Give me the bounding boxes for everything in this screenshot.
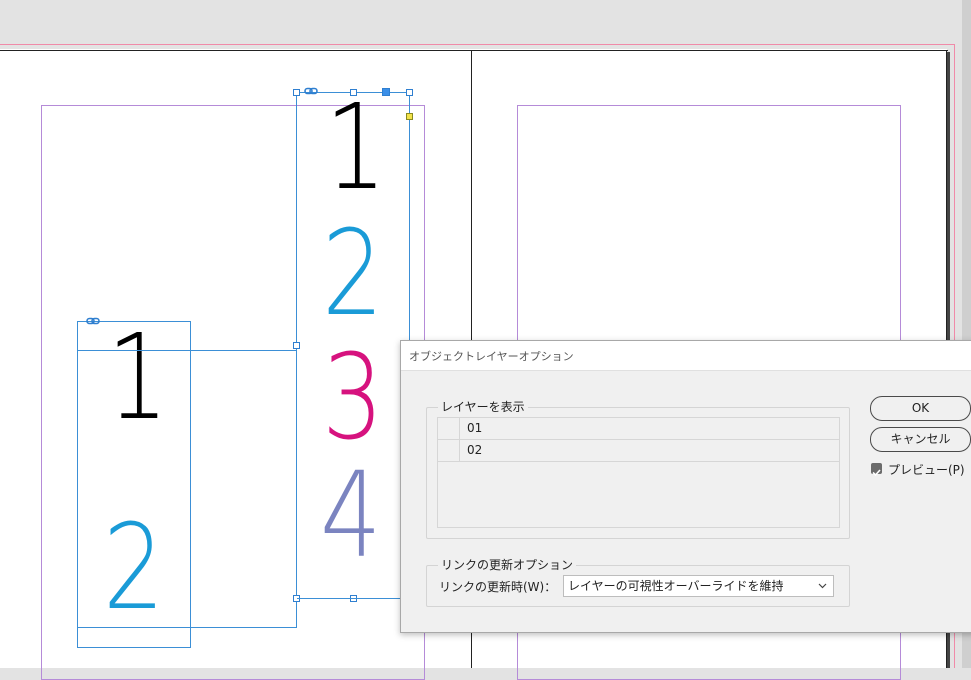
link-update-select-value: レイヤーの可視性オーバーライドを維持	[568, 579, 784, 593]
layer-row[interactable]: 01	[438, 418, 839, 440]
selection-line-top	[78, 350, 297, 351]
page-edge-top	[0, 50, 948, 51]
ok-button[interactable]: OK	[870, 396, 971, 421]
link-icon	[86, 317, 100, 325]
layer-visibility-toggle[interactable]	[438, 440, 460, 461]
preview-label: プレビュー(P)	[888, 463, 965, 477]
layer-name: 02	[467, 443, 483, 457]
link-update-select[interactable]: レイヤーの可視性オーバーライドを維持	[563, 575, 834, 597]
resize-handle-tr[interactable]	[406, 89, 413, 96]
resize-handle-ml[interactable]	[293, 342, 300, 349]
preview-checkbox-row[interactable]: プレビュー(P)	[871, 461, 971, 477]
resize-handle-tl[interactable]	[293, 89, 300, 96]
layer-row[interactable]: 02	[438, 440, 839, 462]
layer-name: 01	[467, 421, 483, 435]
chevron-down-icon	[818, 583, 827, 589]
corner-options-handle[interactable]	[406, 113, 413, 120]
link-update-group-label: リンクの更新オプション	[438, 556, 577, 573]
layers-group-label: レイヤーを表示	[438, 398, 528, 415]
dialog-title: オブジェクトレイヤーオプション	[409, 350, 574, 363]
link-icon	[304, 87, 318, 95]
selection-line-left	[296, 345, 297, 628]
right-frame-digit-4: 4	[320, 446, 382, 584]
object-layer-options-dialog: オブジェクトレイヤーオプション レイヤーを表示 01 02 リンクの更新オプショ…	[400, 340, 971, 633]
right-frame-digit-3: 3	[322, 328, 384, 466]
dialog-titlebar[interactable]: オブジェクトレイヤーオプション	[401, 341, 971, 371]
bleed-guide-top	[0, 44, 955, 45]
left-frame-digit-2: 2	[103, 498, 165, 636]
cancel-button[interactable]: キャンセル	[870, 427, 971, 452]
frame-bottom-line	[297, 598, 401, 599]
right-frame-digit-2: 2	[322, 204, 384, 342]
preview-checkbox[interactable]	[871, 463, 882, 477]
link-update-field-label: リンクの更新時(W)：	[439, 580, 557, 594]
checkmark-icon	[872, 469, 881, 477]
layer-list[interactable]: 01 02	[437, 417, 840, 528]
right-frame-digit-1: 1	[325, 78, 387, 216]
layer-visibility-toggle[interactable]	[438, 418, 460, 439]
selection-line-bottom	[190, 627, 297, 628]
left-frame-digit-1: 1	[107, 308, 169, 446]
